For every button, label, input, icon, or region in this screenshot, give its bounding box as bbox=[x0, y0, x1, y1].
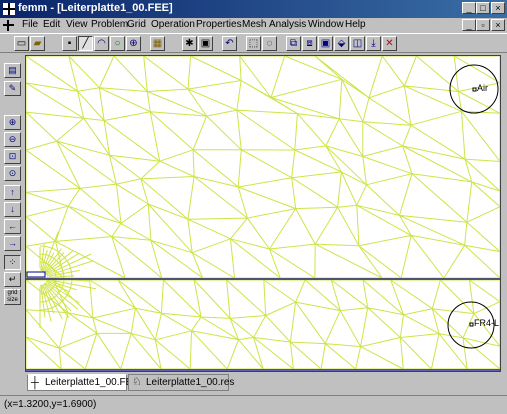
menu-view[interactable]: View bbox=[66, 19, 88, 30]
circle-select-icon[interactable]: ◌ bbox=[262, 36, 277, 51]
document-tabs: ┼ Leiterplatte1_00.FEE ♘ Leiterplatte1_0… bbox=[25, 373, 505, 393]
menu-edit[interactable]: Edit bbox=[43, 19, 60, 30]
title-bar: femm - [Leiterplatte1_00.FEE] _ □ × bbox=[0, 0, 507, 18]
copy-icon[interactable]: ⧈ bbox=[302, 36, 317, 51]
status-bar: (x=1.3200,y=1.6900) bbox=[0, 395, 507, 414]
pan-right-icon[interactable]: → bbox=[4, 236, 21, 251]
drawing-canvas[interactable]: Air FR4-L bbox=[25, 55, 501, 372]
minimize-button[interactable]: _ bbox=[462, 2, 476, 14]
new-file-icon[interactable]: ▭ bbox=[14, 36, 29, 51]
zoom-window-icon[interactable]: ⊡ bbox=[4, 149, 21, 164]
menu-properties[interactable]: Properties bbox=[196, 19, 242, 30]
move-icon[interactable]: ⧉ bbox=[286, 36, 301, 51]
tab-res[interactable]: ♘ Leiterplatte1_00.res bbox=[128, 374, 234, 391]
menu-grid[interactable]: Grid bbox=[127, 19, 146, 30]
menu-help[interactable]: Help bbox=[345, 19, 366, 30]
pan-left-icon[interactable]: ← bbox=[4, 219, 21, 234]
app-icon bbox=[3, 3, 15, 15]
delete-icon[interactable]: ✕ bbox=[382, 36, 397, 51]
tab-res-label: Leiterplatte1_00.res bbox=[146, 377, 235, 388]
scale-icon[interactable]: ▣ bbox=[318, 36, 333, 51]
pan-up-icon[interactable]: ↑ bbox=[4, 185, 21, 200]
menu-analysis[interactable]: Analysis bbox=[269, 19, 306, 30]
grid-size-icon[interactable]: grid size bbox=[4, 289, 21, 305]
fillet-icon[interactable]: ◫ bbox=[350, 36, 365, 51]
view-results-icon[interactable]: ▣ bbox=[198, 36, 213, 51]
box-select-icon[interactable]: ⬚ bbox=[246, 36, 261, 51]
mesh-edges bbox=[26, 279, 500, 370]
block-label-fr4: FR4-L bbox=[474, 318, 499, 328]
rotate-icon[interactable]: ⤓ bbox=[366, 36, 381, 51]
mirror-icon[interactable]: ⬙ bbox=[334, 36, 349, 51]
conductor-trace bbox=[26, 271, 46, 278]
edit-icon[interactable]: ✎ bbox=[4, 81, 21, 96]
snap-grid-icon[interactable]: ↵ bbox=[4, 272, 21, 287]
tab-fee[interactable]: ┼ Leiterplatte1_00.FEE bbox=[27, 374, 139, 391]
run-analysis-icon[interactable]: ✱ bbox=[182, 36, 197, 51]
window-title: femm - [Leiterplatte1_00.FEE] bbox=[18, 2, 173, 14]
tab-fee-label: Leiterplatte1_00.FEE bbox=[45, 377, 139, 388]
air-label-marker bbox=[472, 87, 477, 92]
block-label-air: Air bbox=[477, 83, 488, 93]
mdi-close-button[interactable]: × bbox=[491, 19, 505, 31]
zoom-natural-icon[interactable]: ⊙ bbox=[4, 166, 21, 181]
mesh-edges bbox=[26, 56, 500, 279]
res-doc-icon: ♘ bbox=[132, 376, 142, 388]
menu-operation[interactable]: Operation bbox=[151, 19, 195, 30]
group-icon[interactable]: ⊕ bbox=[126, 36, 141, 51]
left-toolbar: ▤ ✎ ⊕ ⊖ ⊡ ⊙ ↑ ↓ ← → ⁘ ↵ grid size bbox=[0, 55, 25, 382]
mdi-minimize-button[interactable]: _ bbox=[462, 19, 476, 31]
mesh-view: Air FR4-L bbox=[26, 56, 500, 371]
fr4-label-marker bbox=[469, 322, 474, 327]
document-icon[interactable] bbox=[3, 20, 14, 31]
close-button[interactable]: × bbox=[491, 2, 505, 14]
zoom-out-icon[interactable]: ⊖ bbox=[4, 132, 21, 147]
mdi-restore-button[interactable]: ▫ bbox=[476, 19, 490, 31]
menu-problem[interactable]: Problem bbox=[91, 19, 128, 30]
node-mode-icon[interactable]: ▪ bbox=[62, 36, 77, 51]
mesh-icon[interactable]: ▦ bbox=[150, 36, 165, 51]
menu-window[interactable]: Window bbox=[308, 19, 344, 30]
grid-toggle-icon[interactable]: ⁘ bbox=[4, 255, 21, 270]
properties-icon[interactable]: ▤ bbox=[4, 63, 21, 78]
maximize-button[interactable]: □ bbox=[476, 2, 490, 14]
menu-file[interactable]: File bbox=[22, 19, 38, 30]
zoom-in-icon[interactable]: ⊕ bbox=[4, 115, 21, 130]
open-file-icon[interactable]: ▰ bbox=[30, 36, 45, 51]
grid-size-label: grid size bbox=[7, 290, 18, 303]
undo-icon[interactable]: ↶ bbox=[222, 36, 237, 51]
segment-mode-icon[interactable]: ╱ bbox=[78, 36, 93, 51]
fee-doc-icon: ┼ bbox=[31, 377, 39, 389]
menu-bar: File Edit View Problem Grid Operation Pr… bbox=[0, 18, 507, 33]
main-toolbar: ▭ ▰ ▪ ╱ ◠ ○ ⊕ ▦ ✱ ▣ ↶ ⬚ ◌ ⧉ ⧈ ▣ ⬙ ◫ ⤓ ✕ bbox=[0, 33, 507, 53]
arc-mode-icon[interactable]: ◠ bbox=[94, 36, 109, 51]
coordinate-readout: (x=1.3200,y=1.6900) bbox=[4, 399, 97, 410]
block-label-icon[interactable]: ○ bbox=[110, 36, 125, 51]
pan-down-icon[interactable]: ↓ bbox=[4, 202, 21, 217]
menu-mesh[interactable]: Mesh bbox=[242, 19, 266, 30]
